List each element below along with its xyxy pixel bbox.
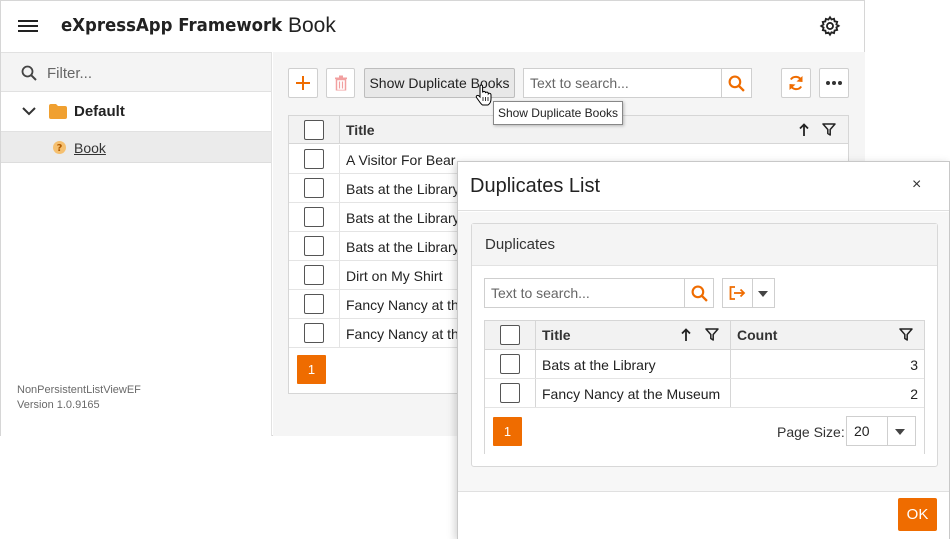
dialog-title: Duplicates List [470, 175, 601, 197]
new-button[interactable] [288, 68, 318, 98]
dialog-footer: OK [458, 491, 949, 539]
nav-group-default[interactable]: Default [1, 92, 271, 132]
hand-cursor-icon [475, 84, 492, 106]
delete-button[interactable] [326, 68, 355, 98]
page-size-select[interactable]: 20 [846, 416, 916, 446]
row-title: Bats at the Library [346, 239, 460, 255]
sidebar-filter [1, 52, 271, 92]
row-title: Dirt on My Shirt [346, 268, 443, 284]
row-title: Bats at the Library [346, 210, 460, 226]
app-header: eXpressApp Framework Book [1, 1, 864, 52]
more-icon [826, 81, 842, 85]
row-checkbox[interactable] [500, 354, 520, 374]
dialog-search [484, 278, 714, 308]
nav-group-label: Default [74, 103, 125, 120]
close-icon[interactable]: × [912, 176, 921, 194]
search-icon [21, 65, 37, 81]
grid-search [523, 68, 752, 98]
gear-icon[interactable] [819, 15, 841, 37]
select-all-checkbox[interactable] [500, 325, 520, 345]
duplicates-group: Duplicates Title Count [471, 223, 938, 467]
table-row[interactable]: Fancy Nancy at the Museum 2 [485, 379, 924, 408]
app-version: Version 1.0.9165 [17, 399, 100, 411]
page-size-value: 20 [854, 423, 870, 439]
dialog-search-button[interactable] [684, 279, 713, 307]
sort-ascending-icon[interactable] [799, 123, 809, 136]
group-caption: Duplicates [472, 224, 937, 266]
group-caption-label: Duplicates [485, 236, 556, 253]
sidebar: Default ? Book NonPersistentListViewEF V… [1, 52, 272, 436]
folder-icon [49, 104, 67, 119]
row-count: 2 [910, 386, 918, 402]
search-icon [691, 285, 708, 302]
more-actions-button[interactable] [819, 68, 849, 98]
row-title: Bats at the Library [542, 357, 656, 373]
book-icon: ? [53, 141, 66, 154]
column-header-title[interactable]: Title [542, 327, 571, 343]
sort-ascending-icon[interactable] [681, 328, 691, 341]
row-checkbox[interactable] [304, 149, 324, 169]
table-row[interactable]: Bats at the Library 3 [485, 350, 924, 379]
grid-header: Title Count [485, 321, 924, 350]
row-checkbox[interactable] [304, 323, 324, 343]
filter-icon[interactable] [822, 123, 836, 136]
duplicates-grid: Title Count Bats at the Library 3 Fancy … [484, 320, 925, 454]
svg-text:?: ? [57, 143, 63, 154]
pager-page-button[interactable]: 1 [297, 355, 326, 384]
row-checkbox[interactable] [304, 265, 324, 285]
row-count: 3 [910, 357, 918, 373]
search-icon [728, 75, 745, 92]
tooltip: Show Duplicate Books [493, 101, 623, 125]
sidebar-item-book[interactable]: ? Book [1, 132, 271, 163]
chevron-down-icon[interactable] [758, 291, 768, 297]
row-checkbox[interactable] [500, 383, 520, 403]
column-header-title[interactable]: Title [346, 122, 375, 138]
filter-icon[interactable] [899, 328, 913, 341]
export-button[interactable] [722, 278, 775, 308]
column-header-count[interactable]: Count [737, 327, 777, 343]
duplicates-dialog: Duplicates List × Duplicates Tit [457, 161, 950, 539]
refresh-button[interactable] [781, 68, 811, 98]
pager-page-button[interactable]: 1 [493, 417, 522, 446]
export-icon [729, 286, 746, 300]
grid-footer: 1 Page Size: 20 [485, 408, 924, 454]
row-title: Fancy Nancy at the Museum [542, 386, 721, 402]
menu-icon[interactable] [18, 17, 38, 35]
filter-icon[interactable] [705, 328, 719, 341]
ok-button[interactable]: OK [898, 498, 937, 531]
search-button[interactable] [721, 69, 751, 97]
dialog-search-input[interactable] [491, 284, 683, 302]
row-checkbox[interactable] [304, 236, 324, 256]
filter-input[interactable] [47, 61, 257, 85]
dialog-body: Duplicates Title Count [458, 212, 949, 491]
app-name: NonPersistentListViewEF [17, 384, 141, 396]
row-title: Fancy Nancy at the [346, 297, 467, 313]
row-title: A Visitor For Bear [346, 152, 456, 168]
sidebar-item-label: Book [74, 140, 106, 156]
page-title: Book [288, 14, 336, 37]
plus-icon [296, 76, 310, 90]
app-info: NonPersistentListViewEF Version 1.0.9165 [17, 383, 141, 413]
dialog-header: Duplicates List × [458, 162, 949, 211]
row-checkbox[interactable] [304, 207, 324, 227]
chevron-down-icon [22, 107, 36, 116]
row-title: Bats at the Library [346, 181, 460, 197]
trash-icon [334, 75, 347, 91]
row-title: Fancy Nancy at the [346, 326, 467, 342]
page-size-label: Page Size: [777, 424, 845, 440]
row-checkbox[interactable] [304, 178, 324, 198]
app-title: eXpressApp Framework [61, 15, 283, 36]
row-checkbox[interactable] [304, 294, 324, 314]
select-all-checkbox[interactable] [304, 120, 324, 140]
chevron-down-icon [895, 429, 905, 435]
search-input[interactable] [530, 74, 720, 92]
refresh-icon [789, 75, 803, 91]
